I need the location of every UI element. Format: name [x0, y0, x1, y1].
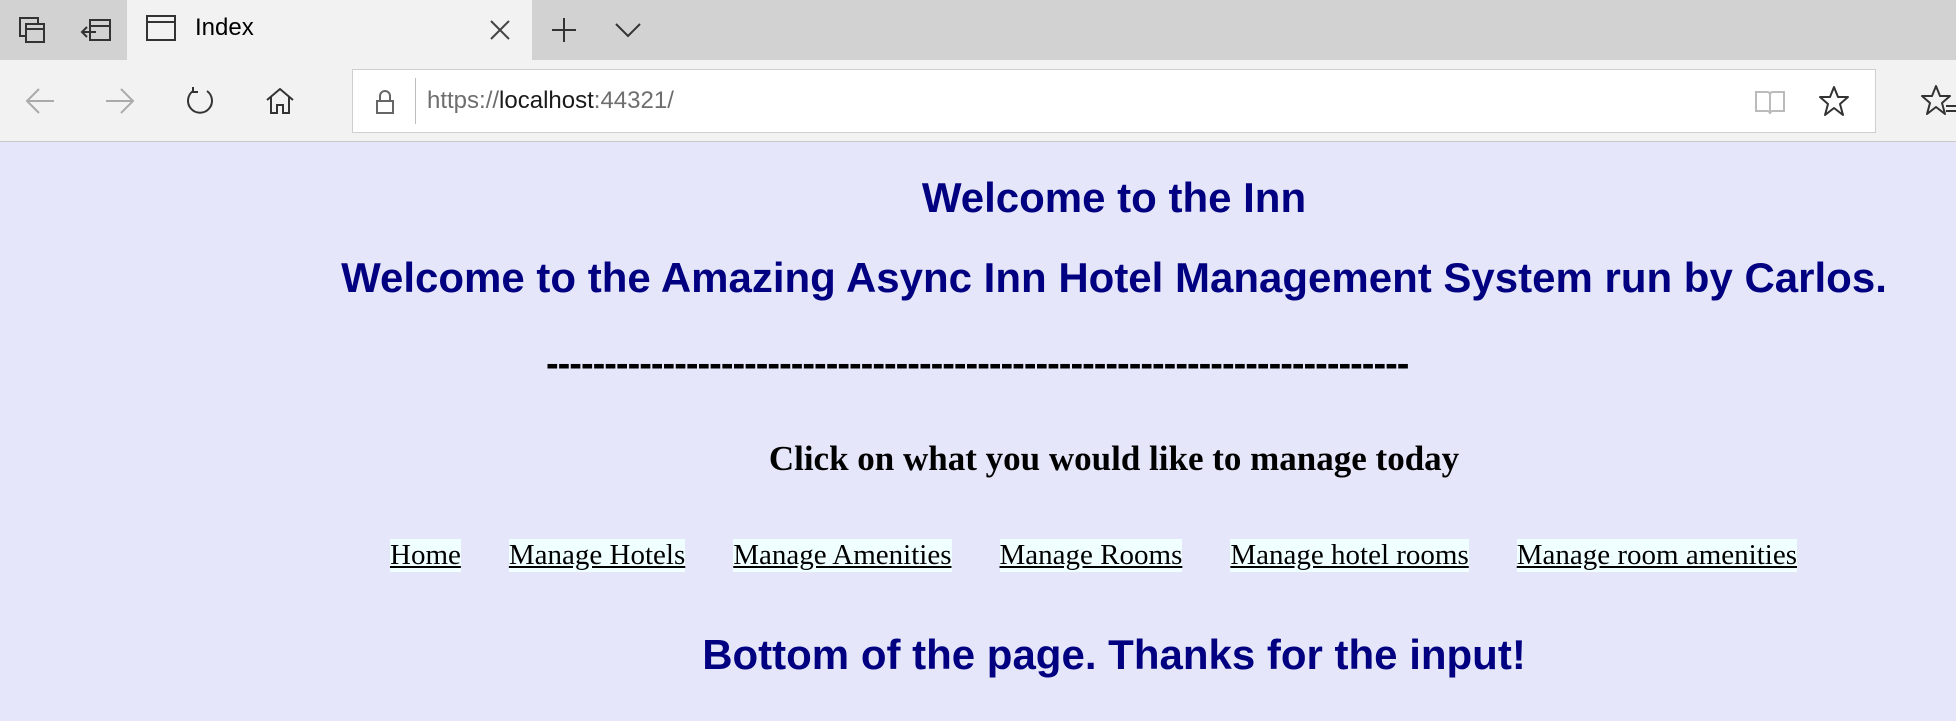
set-aside-tabs-icon[interactable] [72, 8, 120, 52]
welcome-heading: Welcome to the Inn [921, 174, 1307, 221]
url-port-path: :44321/ [593, 87, 674, 114]
address-bar[interactable]: https://localhost:44321/ [352, 69, 1876, 133]
system-heading: Welcome to the Amazing Async Inn Hotel M… [341, 254, 1887, 301]
window-icon [145, 14, 177, 44]
bottom-heading: Bottom of the page. Thanks for the input… [702, 631, 1526, 678]
tab-strip: Index [0, 0, 1956, 60]
chevron-down-icon[interactable] [604, 8, 652, 52]
link-manage-hotel-rooms[interactable]: Manage hotel rooms [1230, 539, 1469, 572]
star-icon[interactable] [1815, 82, 1853, 120]
address-separator [415, 78, 416, 124]
home-icon[interactable] [254, 76, 306, 126]
plus-icon[interactable] [540, 8, 588, 52]
forward-arrow-icon[interactable] [94, 76, 146, 126]
refresh-icon[interactable] [174, 76, 226, 126]
tab-index[interactable]: Index [127, 0, 532, 60]
link-manage-rooms[interactable]: Manage Rooms [999, 539, 1183, 572]
close-icon[interactable] [482, 12, 518, 48]
link-home[interactable]: Home [390, 539, 461, 572]
url-text[interactable]: https://localhost:44321/ [427, 87, 674, 115]
manage-prompt: Click on what you would like to manage t… [768, 439, 1460, 478]
back-arrow-icon[interactable] [14, 76, 66, 126]
url-host: localhost [499, 87, 594, 114]
lock-icon[interactable] [367, 84, 403, 120]
tab-preview-icon[interactable] [8, 8, 56, 52]
navigation-bar: https://localhost:44321/ [0, 60, 1956, 142]
page-content: Welcome to the Inn Welcome to the Amazin… [0, 143, 1956, 721]
url-scheme: https:// [427, 87, 500, 114]
tab-title: Index [195, 14, 254, 41]
link-manage-amenities[interactable]: Manage Amenities [733, 539, 952, 572]
link-manage-room-amenities[interactable]: Manage room amenities [1516, 539, 1797, 572]
reading-view-icon[interactable] [1751, 84, 1789, 120]
divider-line: ----------------------------------------… [546, 343, 1409, 385]
favorites-hub-icon[interactable] [1920, 74, 1956, 126]
manage-nav: Home Manage Hotels Manage Amenities Mana… [390, 539, 1797, 572]
link-manage-hotels[interactable]: Manage Hotels [508, 539, 686, 572]
